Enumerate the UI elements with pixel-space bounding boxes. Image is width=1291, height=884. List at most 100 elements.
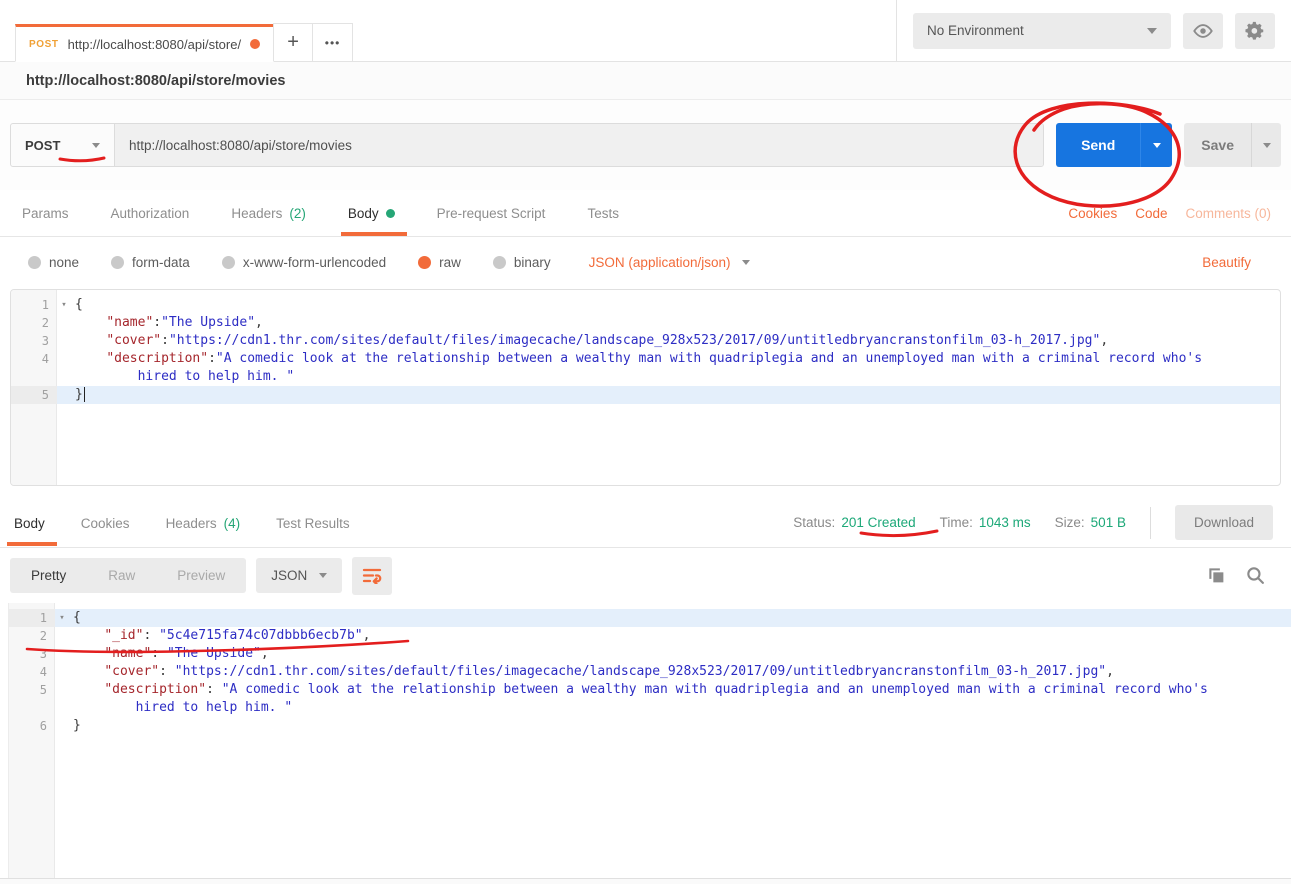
content-type-select[interactable]: JSON (application/json) xyxy=(589,255,751,270)
search-icon[interactable] xyxy=(1246,566,1265,585)
tab-headers[interactable]: Headers(2) xyxy=(229,191,308,235)
radio-icon xyxy=(493,256,506,269)
line-number: 2 xyxy=(11,314,57,332)
status-label: Status: xyxy=(793,515,835,530)
response-header-row: Body Cookies Headers(4) Test Results Status… xyxy=(0,498,1291,548)
save-button-group: Save xyxy=(1184,123,1281,167)
postman-window: POST http://localhost:8080/api/store/ + … xyxy=(0,0,1291,884)
tab-pre-request-script[interactable]: Pre-request Script xyxy=(435,191,548,235)
size-value: 501 B xyxy=(1091,515,1126,530)
window-bottom-strip xyxy=(0,878,1291,884)
body-mode-binary[interactable]: binary xyxy=(493,255,551,270)
body-mode-x-www-form-urlencoded[interactable]: x-www-form-urlencoded xyxy=(222,255,386,270)
text-cursor xyxy=(84,387,86,402)
send-button[interactable]: Send xyxy=(1056,123,1140,167)
body-set-dot xyxy=(386,209,395,218)
response-toolbar: PrettyRawPreview JSON xyxy=(0,548,1291,603)
size-stat: Size: 501 B xyxy=(1055,515,1126,530)
tab-params[interactable]: Params xyxy=(20,191,71,235)
tab-body[interactable]: Body xyxy=(12,501,47,545)
comments-0-link[interactable]: Comments (0) xyxy=(1185,206,1271,221)
line-number: 2 xyxy=(9,627,55,645)
tab-body[interactable]: Body xyxy=(346,191,397,235)
tab-tests[interactable]: Tests xyxy=(585,191,621,235)
request-builder-row: POST http://localhost:8080/api/store/mov… xyxy=(0,100,1291,190)
response-format-select[interactable]: JSON xyxy=(256,558,342,593)
method-url-control: POST http://localhost:8080/api/store/mov… xyxy=(10,123,1044,167)
download-button[interactable]: Download xyxy=(1175,505,1273,540)
cookies-link[interactable]: Cookies xyxy=(1068,206,1117,221)
environment-select[interactable]: No Environment xyxy=(913,13,1171,49)
code-line-1[interactable]: 1▾{ xyxy=(11,296,1280,314)
content-type-label: JSON (application/json) xyxy=(589,255,731,270)
tab-headers[interactable]: Headers(4) xyxy=(164,501,243,545)
code-line-4[interactable]: 4 "description":"A comedic look at the r… xyxy=(11,350,1280,386)
gear-icon xyxy=(1244,20,1266,42)
code-line-4[interactable]: 4 "cover": "https://cdn1.thr.com/sites/d… xyxy=(9,663,1291,681)
radio-label: x-www-form-urlencoded xyxy=(243,255,386,270)
radio-icon xyxy=(222,256,235,269)
fold-spacer xyxy=(57,386,71,404)
radio-label: none xyxy=(49,255,79,270)
code-link[interactable]: Code xyxy=(1135,206,1167,221)
save-label: Save xyxy=(1201,137,1234,153)
fold-spacer xyxy=(55,717,69,735)
code-line-1[interactable]: 1▾{ xyxy=(9,609,1291,627)
tab-url-label: http://localhost:8080/api/store/ xyxy=(68,37,241,52)
tab-label: Pre-request Script xyxy=(437,206,546,221)
save-button[interactable]: Save xyxy=(1184,123,1251,167)
fold-spacer xyxy=(55,645,69,663)
body-mode-none[interactable]: none xyxy=(28,255,79,270)
time-stat: Time: 1043 ms xyxy=(940,515,1031,530)
code-line-5[interactable]: 5} xyxy=(11,386,1280,404)
request-tab[interactable]: POST http://localhost:8080/api/store/ xyxy=(15,24,274,62)
request-tab-strip: POST http://localhost:8080/api/store/ + … xyxy=(0,0,896,61)
code-line-3[interactable]: 3 "cover":"https://cdn1.thr.com/sites/de… xyxy=(11,332,1280,350)
radio-icon xyxy=(418,256,431,269)
code-line-2[interactable]: 2 "_id": "5c4e715fa74c07dbbb6ecb7b", xyxy=(9,627,1291,645)
line-number: 4 xyxy=(9,663,55,681)
chevron-down-icon xyxy=(1153,143,1161,148)
chevron-down-icon xyxy=(319,573,327,578)
line-number: 4 xyxy=(11,350,57,386)
response-body-editor[interactable]: 1▾{2 "_id": "5c4e715fa74c07dbbb6ecb7b",3… xyxy=(8,603,1291,878)
save-options-button[interactable] xyxy=(1251,123,1281,167)
tab-cookies[interactable]: Cookies xyxy=(79,501,132,545)
code-text: "description": "A comedic look at the re… xyxy=(69,681,1227,717)
code-line-2[interactable]: 2 "name":"The Upside", xyxy=(11,314,1280,332)
request-code-lines: 1▾{2 "name":"The Upside",3 "cover":"http… xyxy=(11,296,1280,404)
tab-options-button[interactable]: ••• xyxy=(313,23,353,61)
method-select[interactable]: POST xyxy=(11,124,115,166)
new-tab-button[interactable]: + xyxy=(273,23,313,61)
code-line-6[interactable]: 6} xyxy=(9,717,1291,735)
beautify-link[interactable]: Beautify xyxy=(1202,255,1263,270)
send-button-group: Send xyxy=(1056,123,1172,167)
tab-authorization[interactable]: Authorization xyxy=(109,191,192,235)
environment-quick-look-button[interactable] xyxy=(1183,13,1223,49)
send-label: Send xyxy=(1081,137,1115,153)
body-type-row: none form-data x-www-form-urlencoded raw bin… xyxy=(0,237,1291,287)
wrap-text-button[interactable] xyxy=(352,557,392,595)
tab-label: Cookies xyxy=(81,516,130,531)
view-raw[interactable]: Raw xyxy=(87,558,156,593)
response-code-lines: 1▾{2 "_id": "5c4e715fa74c07dbbb6ecb7b",3… xyxy=(9,609,1291,735)
tab-test-results[interactable]: Test Results xyxy=(274,501,352,545)
radio-label: form-data xyxy=(132,255,190,270)
body-mode-form-data[interactable]: form-data xyxy=(111,255,190,270)
view-preview[interactable]: Preview xyxy=(156,558,246,593)
fold-spacer xyxy=(57,314,71,332)
body-mode-radios: none form-data x-www-form-urlencoded raw bin… xyxy=(28,255,551,270)
code-line-5[interactable]: 5 "description": "A comedic look at the … xyxy=(9,681,1291,717)
line-number: 5 xyxy=(11,386,57,404)
environment-area: No Environment xyxy=(896,0,1291,61)
url-input[interactable]: http://localhost:8080/api/store/movies xyxy=(115,124,1043,166)
copy-icon[interactable] xyxy=(1207,566,1226,585)
fold-caret-icon: ▾ xyxy=(55,609,69,627)
view-pretty[interactable]: Pretty xyxy=(10,558,87,593)
send-options-button[interactable] xyxy=(1140,123,1172,167)
request-body-editor[interactable]: 1▾{2 "name":"The Upside",3 "cover":"http… xyxy=(10,289,1281,486)
settings-button[interactable] xyxy=(1235,13,1275,49)
body-mode-raw[interactable]: raw xyxy=(418,255,461,270)
fold-caret-icon: ▾ xyxy=(57,296,71,314)
code-line-3[interactable]: 3 "name": "The Upside", xyxy=(9,645,1291,663)
